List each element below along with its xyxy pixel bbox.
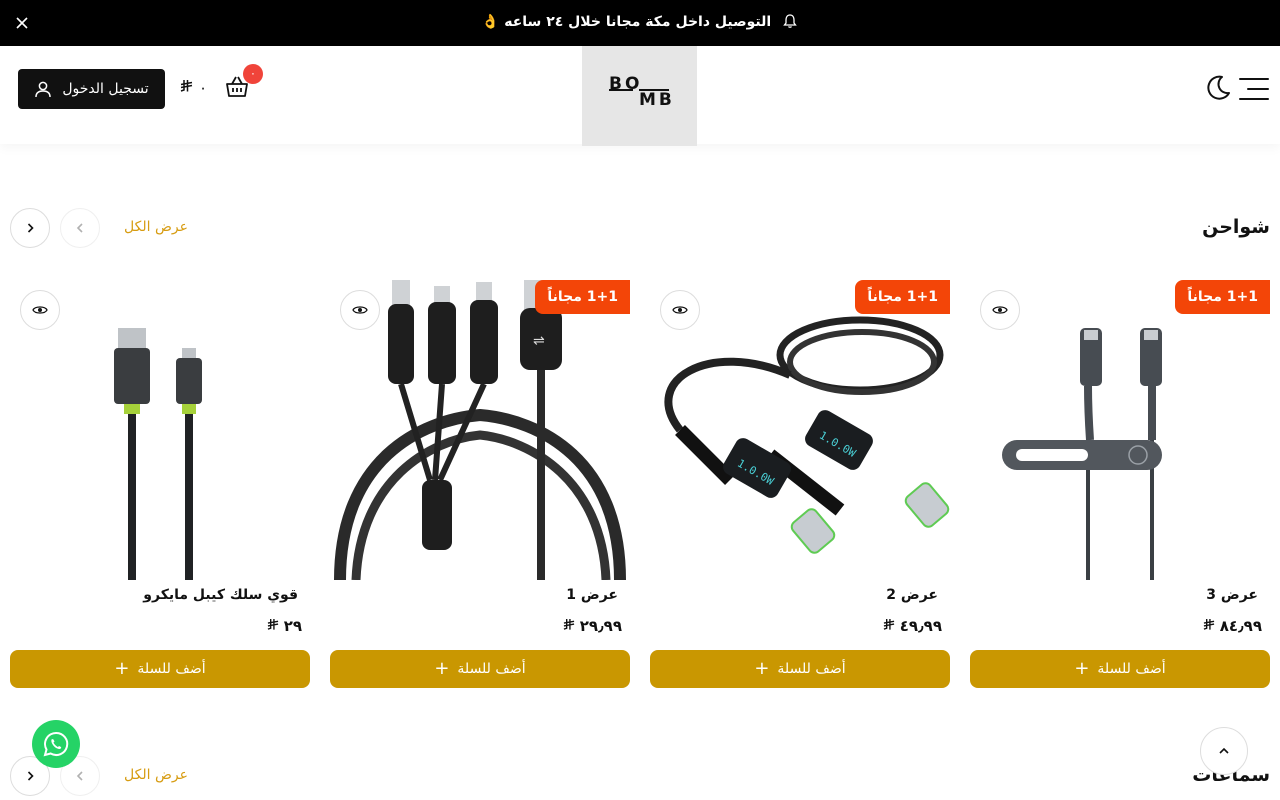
site-header: BO MB ٠ ٠ تسجيل الدخول xyxy=(0,46,1280,146)
price-value: ٤٩٫٩٩ xyxy=(899,617,942,635)
login-button[interactable]: تسجيل الدخول xyxy=(18,69,165,109)
price-value: ٢٩٫٩٩ xyxy=(579,617,622,635)
eye-icon xyxy=(32,306,48,314)
add-to-cart-button[interactable]: أضف للسلة + xyxy=(970,650,1270,688)
logo-wordmark: BO MB xyxy=(609,74,673,110)
quick-view-button[interactable] xyxy=(20,290,60,330)
whatsapp-icon xyxy=(43,731,69,757)
product-card[interactable]: ⇌ 1+1 مجاناً عرض 1 ٢٩٫٩٩ أضف للسلة + xyxy=(330,280,630,690)
section-title-chargers: شواحن xyxy=(1202,216,1270,238)
riyal-currency-icon xyxy=(563,617,575,635)
add-to-cart-button[interactable]: أضف للسلة + xyxy=(10,650,310,688)
logo-text-bottom: MB xyxy=(639,90,675,110)
chevron-left-icon xyxy=(76,771,83,781)
menu-button[interactable] xyxy=(1238,76,1270,102)
plus-icon: + xyxy=(754,658,770,679)
bell-icon xyxy=(783,14,797,28)
product-image[interactable]: ⇌ xyxy=(330,280,630,580)
riyal-currency-icon xyxy=(883,617,895,635)
add-to-cart-label: أضف للسلة xyxy=(1097,661,1166,677)
product-name[interactable]: عرض 3 xyxy=(1206,587,1258,603)
carousel-next-button[interactable] xyxy=(10,208,50,248)
add-to-cart-label: أضف للسلة xyxy=(777,661,846,677)
micro-usb-cable-image xyxy=(114,328,202,580)
cart-total-value: ٠ xyxy=(199,79,208,97)
product-image[interactable]: 1.0.0W 1.0.0W xyxy=(650,280,950,580)
quick-view-button[interactable] xyxy=(660,290,700,330)
product-price: ٤٩٫٩٩ xyxy=(883,617,942,635)
chevron-left-icon xyxy=(27,223,34,233)
cart-total: ٠ xyxy=(180,79,207,97)
riyal-currency-icon xyxy=(1203,617,1215,635)
announcement-text: التوصيل داخل مكة مجانا خلال ٢٤ ساعه 👌 xyxy=(0,13,1280,30)
product-card[interactable]: 1.0.0W 1.0.0W 1+1 مجاناً عرض 2 ٤٩٫٩٩ أضف… xyxy=(650,280,950,690)
announcement-message: التوصيل داخل مكة مجانا خلال ٢٤ ساعه 👌 xyxy=(481,14,772,30)
chevron-left-icon xyxy=(76,223,83,233)
add-to-cart-button[interactable]: أضف للسلة + xyxy=(330,650,630,688)
chevron-up-icon xyxy=(1219,747,1229,754)
price-value: ٢٩ xyxy=(283,617,302,635)
dark-mode-toggle[interactable] xyxy=(1204,74,1232,102)
store-logo[interactable]: BO MB xyxy=(582,46,697,146)
offer-badge: 1+1 مجاناً xyxy=(1175,280,1270,314)
product-name[interactable]: عرض 1 xyxy=(566,587,618,603)
logo-bar xyxy=(609,89,633,91)
riyal-currency-icon xyxy=(180,79,193,97)
quick-view-button[interactable] xyxy=(340,290,380,330)
add-to-cart-label: أضف للسلة xyxy=(137,661,206,677)
anker-cable-image xyxy=(1002,328,1162,580)
plus-icon: + xyxy=(1074,658,1090,679)
price-value: ٨٤٫٩٩ xyxy=(1219,617,1262,635)
scroll-to-top-button[interactable] xyxy=(1200,727,1248,775)
cart-count-badge: ٠ xyxy=(243,64,263,84)
product-name[interactable]: قوي سلك كيبل مايكرو xyxy=(143,587,298,603)
eye-icon xyxy=(352,306,368,314)
product-image[interactable] xyxy=(10,280,310,580)
add-to-cart-button[interactable]: أضف للسلة + xyxy=(650,650,950,688)
eye-icon xyxy=(672,306,688,314)
riyal-currency-icon xyxy=(267,617,279,635)
3-in-1-cable-image: ⇌ xyxy=(334,280,626,580)
view-all-headphones-link[interactable]: عرض الكل xyxy=(124,767,188,783)
announcement-bar: التوصيل داخل مكة مجانا خلال ٢٤ ساعه 👌 xyxy=(0,0,1280,46)
led-cable-image: 1.0.0W 1.0.0W xyxy=(664,316,950,554)
offer-badge: 1+1 مجاناً xyxy=(855,280,950,314)
quick-view-button[interactable] xyxy=(980,290,1020,330)
offer-badge: 1+1 مجاناً xyxy=(535,280,630,314)
product-price: ٢٩ xyxy=(267,617,302,635)
view-all-chargers-link[interactable]: عرض الكل xyxy=(124,219,188,235)
whatsapp-chat-button[interactable] xyxy=(32,720,80,768)
product-price: ٨٤٫٩٩ xyxy=(1203,617,1262,635)
product-image[interactable] xyxy=(970,280,1270,580)
carousel-prev-button[interactable] xyxy=(60,208,100,248)
svg-text:⇌: ⇌ xyxy=(533,333,545,349)
product-name[interactable]: عرض 2 xyxy=(886,587,938,603)
moon-icon xyxy=(1207,75,1230,100)
logo-text-top: BO xyxy=(609,74,643,94)
user-icon xyxy=(35,81,52,98)
plus-icon: + xyxy=(434,658,450,679)
product-card[interactable]: قوي سلك كيبل مايكرو ٢٩ أضف للسلة + xyxy=(10,280,310,690)
login-label: تسجيل الدخول xyxy=(62,81,149,97)
hamburger-menu-icon xyxy=(1239,78,1269,100)
add-to-cart-label: أضف للسلة xyxy=(457,661,526,677)
eye-icon xyxy=(992,306,1008,314)
product-card[interactable]: 1+1 مجاناً عرض 3 ٨٤٫٩٩ أضف للسلة + xyxy=(970,280,1270,690)
plus-icon: + xyxy=(114,658,130,679)
product-price: ٢٩٫٩٩ xyxy=(563,617,622,635)
chevron-left-icon xyxy=(27,771,34,781)
